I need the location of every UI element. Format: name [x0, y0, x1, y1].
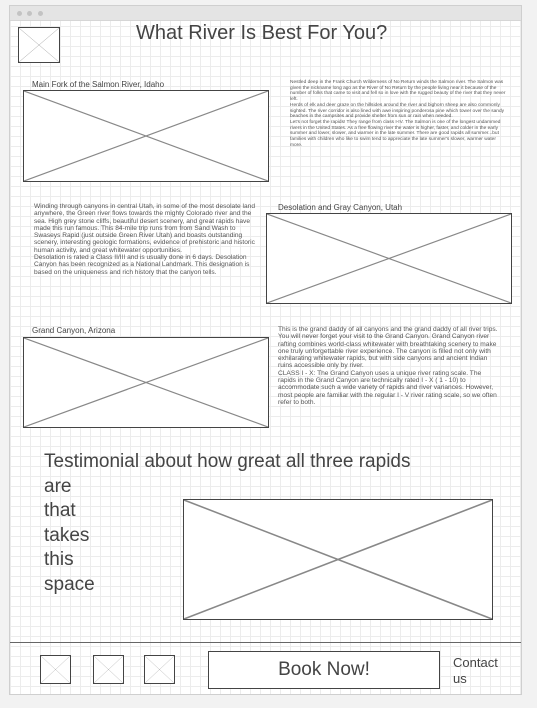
grand-canyon-caption: Grand Canyon, Arizona: [32, 326, 116, 335]
page-title: What River Is Best For You?: [136, 22, 388, 44]
window-dot-icon: [17, 11, 22, 16]
window-titlebar: [10, 6, 521, 21]
desolation-canyon-description: Winding through canyons in central Utah,…: [34, 203, 260, 276]
social-icon-placeholder[interactable]: [40, 655, 71, 684]
salmon-paragraph: Let's not forget the rapids! They range …: [290, 119, 501, 148]
social-icon-placeholder[interactable]: [144, 655, 175, 684]
window-dot-icon: [27, 11, 32, 16]
desolation-paragraph: Desolation is rated a Class II/III and i…: [34, 254, 250, 276]
salmon-river-description: Nestled deep in the Frank Church Wildern…: [290, 80, 509, 148]
footer: Book Now! Contact us: [10, 642, 521, 695]
wireframe-page: What River Is Best For You? Main Fork of…: [9, 5, 522, 695]
social-icon-placeholder[interactable]: [93, 655, 124, 684]
grand-canyon-description: This is the grand daddy of all canyons a…: [278, 326, 500, 406]
contact-us-link[interactable]: Contact us: [453, 655, 513, 687]
desolation-paragraph: Winding through canyons in central Utah,…: [34, 203, 256, 254]
testimonial-line: are: [44, 475, 72, 497]
grand-canyon-paragraph: This is the grand daddy of all canyons a…: [278, 326, 498, 370]
grand-canyon-image-placeholder: [23, 337, 269, 428]
logo-image-placeholder[interactable]: [18, 27, 60, 63]
salmon-river-caption: Main Fork of the Salmon River, Idaho: [32, 80, 165, 89]
salmon-river-image-placeholder: [23, 90, 269, 182]
window-dot-icon: [38, 11, 43, 16]
salmon-paragraph: Herds of elk and deer graze on the hills…: [290, 102, 505, 120]
desolation-canyon-caption: Desolation and Gray Canyon, Utah: [278, 203, 403, 212]
salmon-paragraph: Nestled deep in the Frank Church Wildern…: [290, 80, 506, 103]
testimonial-line: Testimonial about how great all three ra…: [44, 451, 411, 472]
desolation-canyon-image-placeholder: [266, 213, 512, 304]
grand-canyon-paragraph: CLASS I - X: The Grand Canyon uses a uni…: [278, 369, 497, 406]
testimonial-image-placeholder: [183, 499, 493, 620]
book-now-button[interactable]: Book Now!: [208, 651, 440, 689]
